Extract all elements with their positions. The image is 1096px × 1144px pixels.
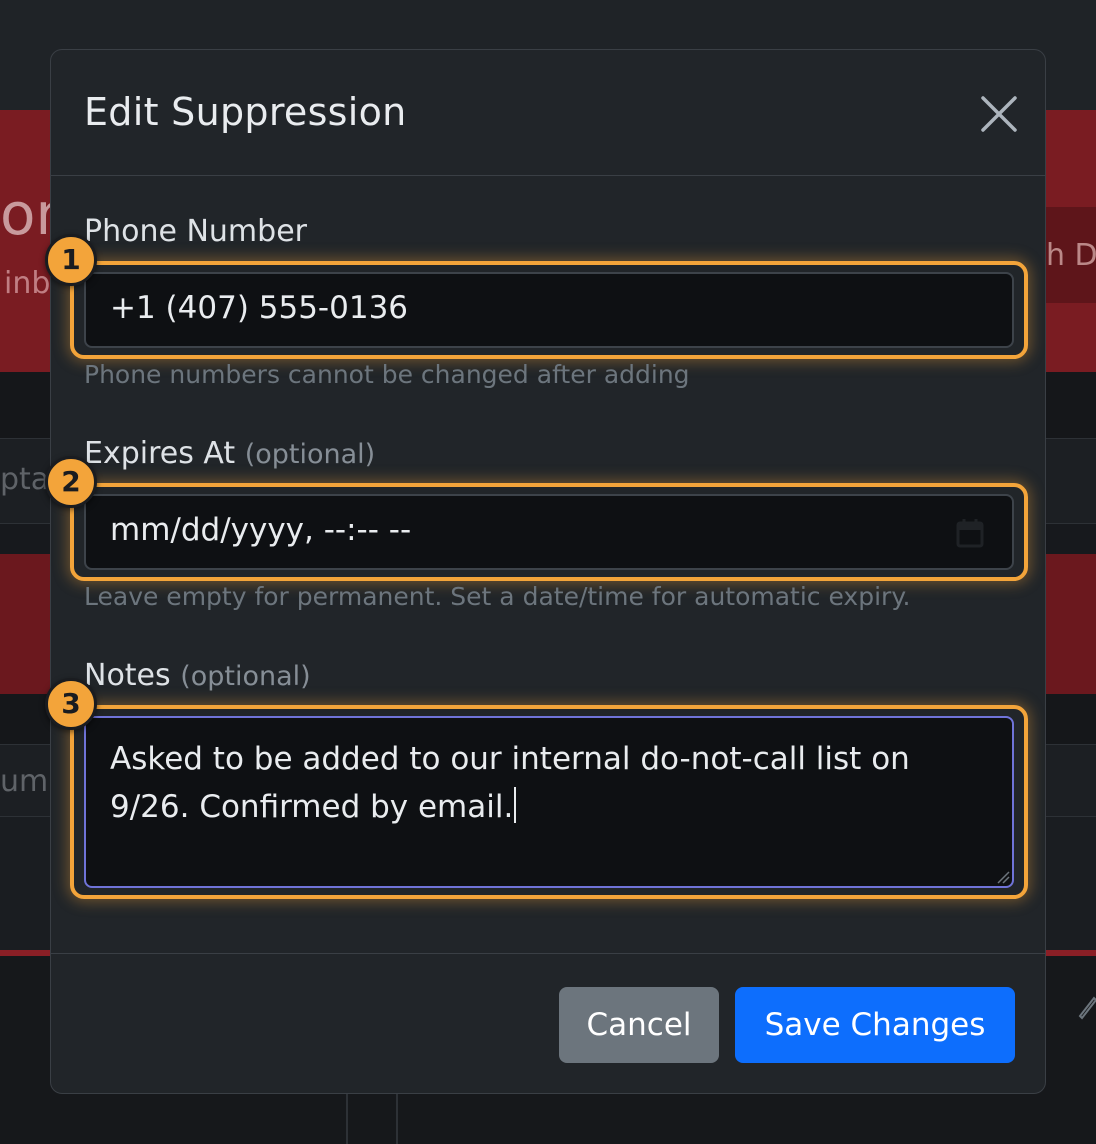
bg-divider xyxy=(396,1094,398,1144)
expires-at-label: Expires At (optional) xyxy=(84,436,375,471)
resize-handle-icon[interactable] xyxy=(996,870,1010,884)
cancel-button[interactable]: Cancel xyxy=(559,987,719,1063)
modal-title: Edit Suppression xyxy=(84,90,407,134)
phone-number-label-text: Phone Number xyxy=(84,214,307,249)
annotation-badge-2: 2 xyxy=(45,456,97,508)
close-button[interactable] xyxy=(977,92,1021,136)
pencil-icon[interactable] xyxy=(1076,990,1096,1020)
bg-subtext-fragment: inb xyxy=(4,266,51,301)
modal-header: Edit Suppression xyxy=(51,50,1045,176)
notes-value: Asked to be added to our internal do-not… xyxy=(110,735,970,831)
notes-textarea[interactable]: Asked to be added to our internal do-not… xyxy=(84,716,1014,888)
bg-filter-fragment: pta xyxy=(0,462,50,497)
expires-at-optional: (optional) xyxy=(244,439,376,470)
expires-at-label-text: Expires At xyxy=(84,436,236,471)
edit-suppression-modal: Edit Suppression Phone Number +1 (407) 5… xyxy=(45,49,1046,1094)
expires-at-value: mm/dd/yyyy, --:-- -- xyxy=(110,512,412,548)
expires-at-hint: Leave empty for permanent. Set a date/ti… xyxy=(84,582,911,611)
annotation-badge-3: 3 xyxy=(45,678,97,730)
bg-button-fragment: h D xyxy=(1046,238,1096,273)
calendar-icon[interactable] xyxy=(956,518,984,548)
phone-number-input[interactable]: +1 (407) 555-0136 xyxy=(84,272,1014,348)
phone-number-hint: Phone numbers cannot be changed after ad… xyxy=(84,360,690,389)
annotation-badge-1: 1 xyxy=(45,234,97,286)
text-caret xyxy=(514,787,517,823)
notes-value-text: Asked to be added to our internal do-not… xyxy=(110,741,910,825)
notes-optional: (optional) xyxy=(180,661,311,692)
close-icon[interactable] xyxy=(977,92,1021,136)
bg-divider xyxy=(346,1094,348,1144)
modal-footer: Cancel Save Changes xyxy=(51,953,1045,1094)
save-changes-button[interactable]: Save Changes xyxy=(735,987,1015,1063)
phone-number-value: +1 (407) 555-0136 xyxy=(110,290,409,326)
phone-number-label: Phone Number xyxy=(84,214,307,249)
notes-label: Notes (optional) xyxy=(84,658,311,693)
expires-at-input[interactable]: mm/dd/yyyy, --:-- -- xyxy=(84,494,1014,570)
notes-label-text: Notes xyxy=(84,658,171,693)
